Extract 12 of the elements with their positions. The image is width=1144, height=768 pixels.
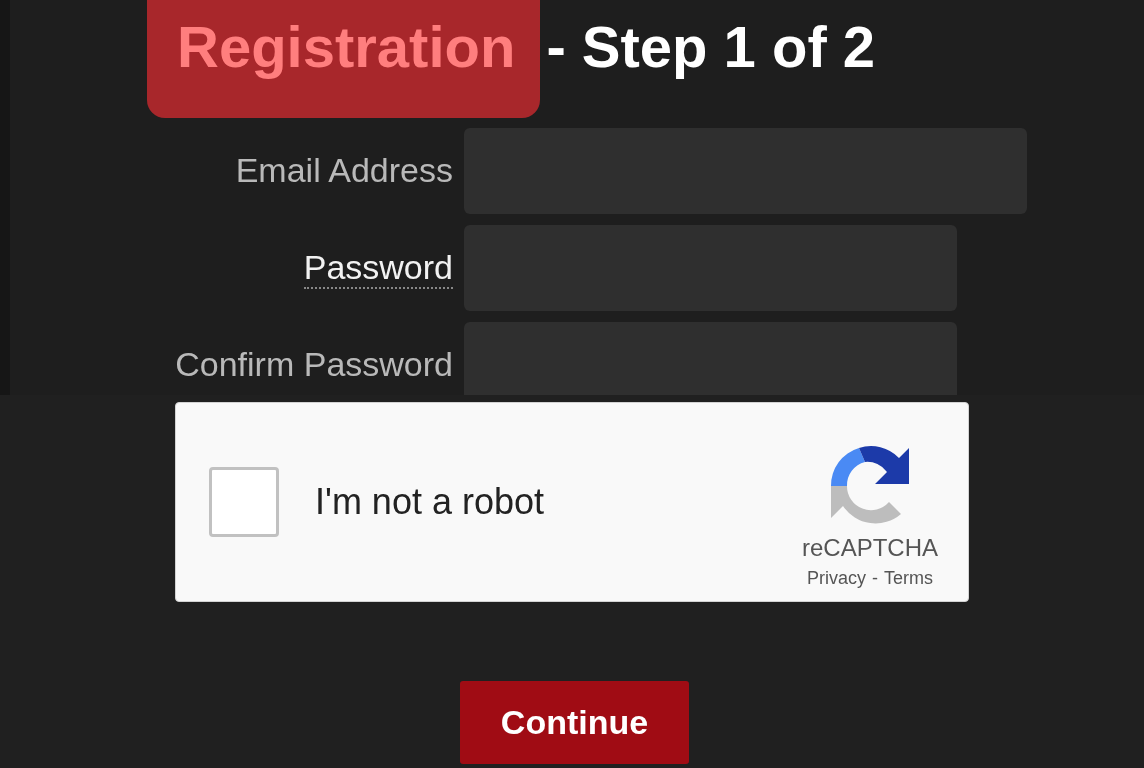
- link-separator: -: [872, 567, 878, 589]
- captcha-label: I'm not a robot: [315, 481, 545, 523]
- highlighted-title: Registration: [147, 0, 541, 118]
- privacy-link[interactable]: Privacy: [806, 567, 866, 589]
- page-title: - Step 1 of 2: [545, 13, 876, 80]
- continue-button[interactable]: Continue: [460, 681, 689, 764]
- captcha-checkbox[interactable]: [209, 467, 279, 537]
- captcha-brand: reCAPTCHA: [801, 533, 938, 562]
- field-label: Confirm Password: [175, 344, 453, 385]
- field-label: Email Address: [235, 150, 453, 191]
- field-label: Password: [303, 247, 453, 289]
- terms-link[interactable]: Terms: [884, 567, 933, 589]
